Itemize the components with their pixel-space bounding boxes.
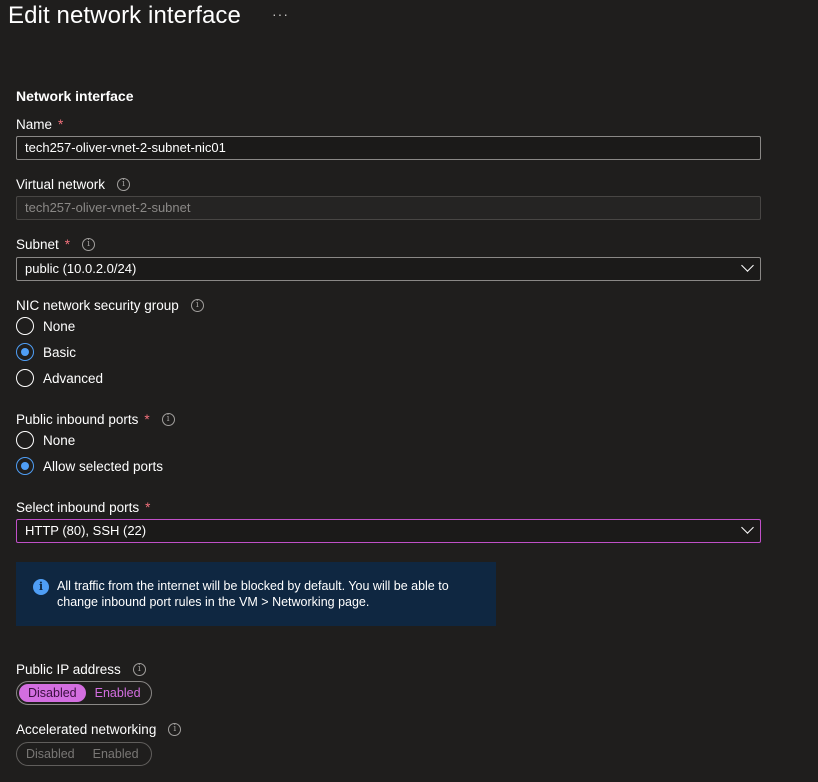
info-icon[interactable]: i (132, 663, 146, 676)
public-ports-label: Public inbound ports * i (16, 412, 175, 427)
info-icon[interactable]: i (82, 238, 96, 251)
virtual-network-label: Virtual network i (16, 177, 131, 192)
toggle-option-enabled: Enabled (92, 747, 139, 761)
name-input[interactable]: tech257-oliver-vnet-2-subnet-nic01 (16, 136, 761, 160)
info-icon[interactable]: i (190, 299, 204, 312)
ports-option-none[interactable]: None (16, 431, 75, 449)
chevron-down-icon (741, 259, 754, 272)
info-icon: i (33, 579, 49, 595)
info-message-box: i All traffic from the internet will be … (16, 562, 496, 626)
toggle-option-disabled: Disabled (26, 747, 75, 761)
radio-button[interactable] (16, 457, 34, 475)
inbound-ports-label: Select inbound ports * (16, 500, 151, 515)
accelerated-label: Accelerated networking i (16, 722, 182, 737)
public-ip-toggle[interactable]: Disabled Enabled (16, 681, 152, 705)
ports-option-allow-selected[interactable]: Allow selected ports (16, 457, 163, 475)
radio-button[interactable] (16, 343, 34, 361)
info-icon[interactable]: i (168, 723, 182, 736)
required-mark: * (64, 237, 71, 252)
nsg-option-none[interactable]: None (16, 317, 75, 335)
required-mark: * (145, 500, 151, 515)
required-mark: * (58, 117, 64, 132)
radio-button[interactable] (16, 431, 34, 449)
virtual-network-field: tech257-oliver-vnet-2-subnet (16, 196, 761, 220)
subnet-label: Subnet * i (16, 237, 96, 252)
public-ip-label: Public IP address i (16, 662, 146, 677)
more-icon[interactable]: ··· (272, 6, 289, 22)
accelerated-toggle: Disabled Enabled (16, 742, 152, 766)
page-title: Edit network interface (8, 2, 241, 29)
radio-button[interactable] (16, 317, 34, 335)
chevron-down-icon (741, 521, 754, 534)
radio-button[interactable] (16, 369, 34, 387)
nsg-label: NIC network security group i (16, 298, 204, 313)
info-message-text: All traffic from the internet will be bl… (57, 579, 449, 609)
toggle-option-enabled[interactable]: Enabled (86, 684, 150, 702)
nsg-option-advanced[interactable]: Advanced (16, 369, 103, 387)
info-icon[interactable]: i (117, 178, 131, 191)
toggle-option-disabled[interactable]: Disabled (19, 684, 86, 702)
name-label: Name * (16, 117, 64, 132)
inbound-ports-dropdown[interactable]: HTTP (80), SSH (22) (16, 519, 761, 543)
section-title: Network interface (16, 88, 134, 104)
info-icon[interactable]: i (161, 413, 175, 426)
nsg-option-basic[interactable]: Basic (16, 343, 76, 361)
required-mark: * (144, 412, 150, 427)
subnet-dropdown[interactable]: public (10.0.2.0/24) (16, 257, 761, 281)
